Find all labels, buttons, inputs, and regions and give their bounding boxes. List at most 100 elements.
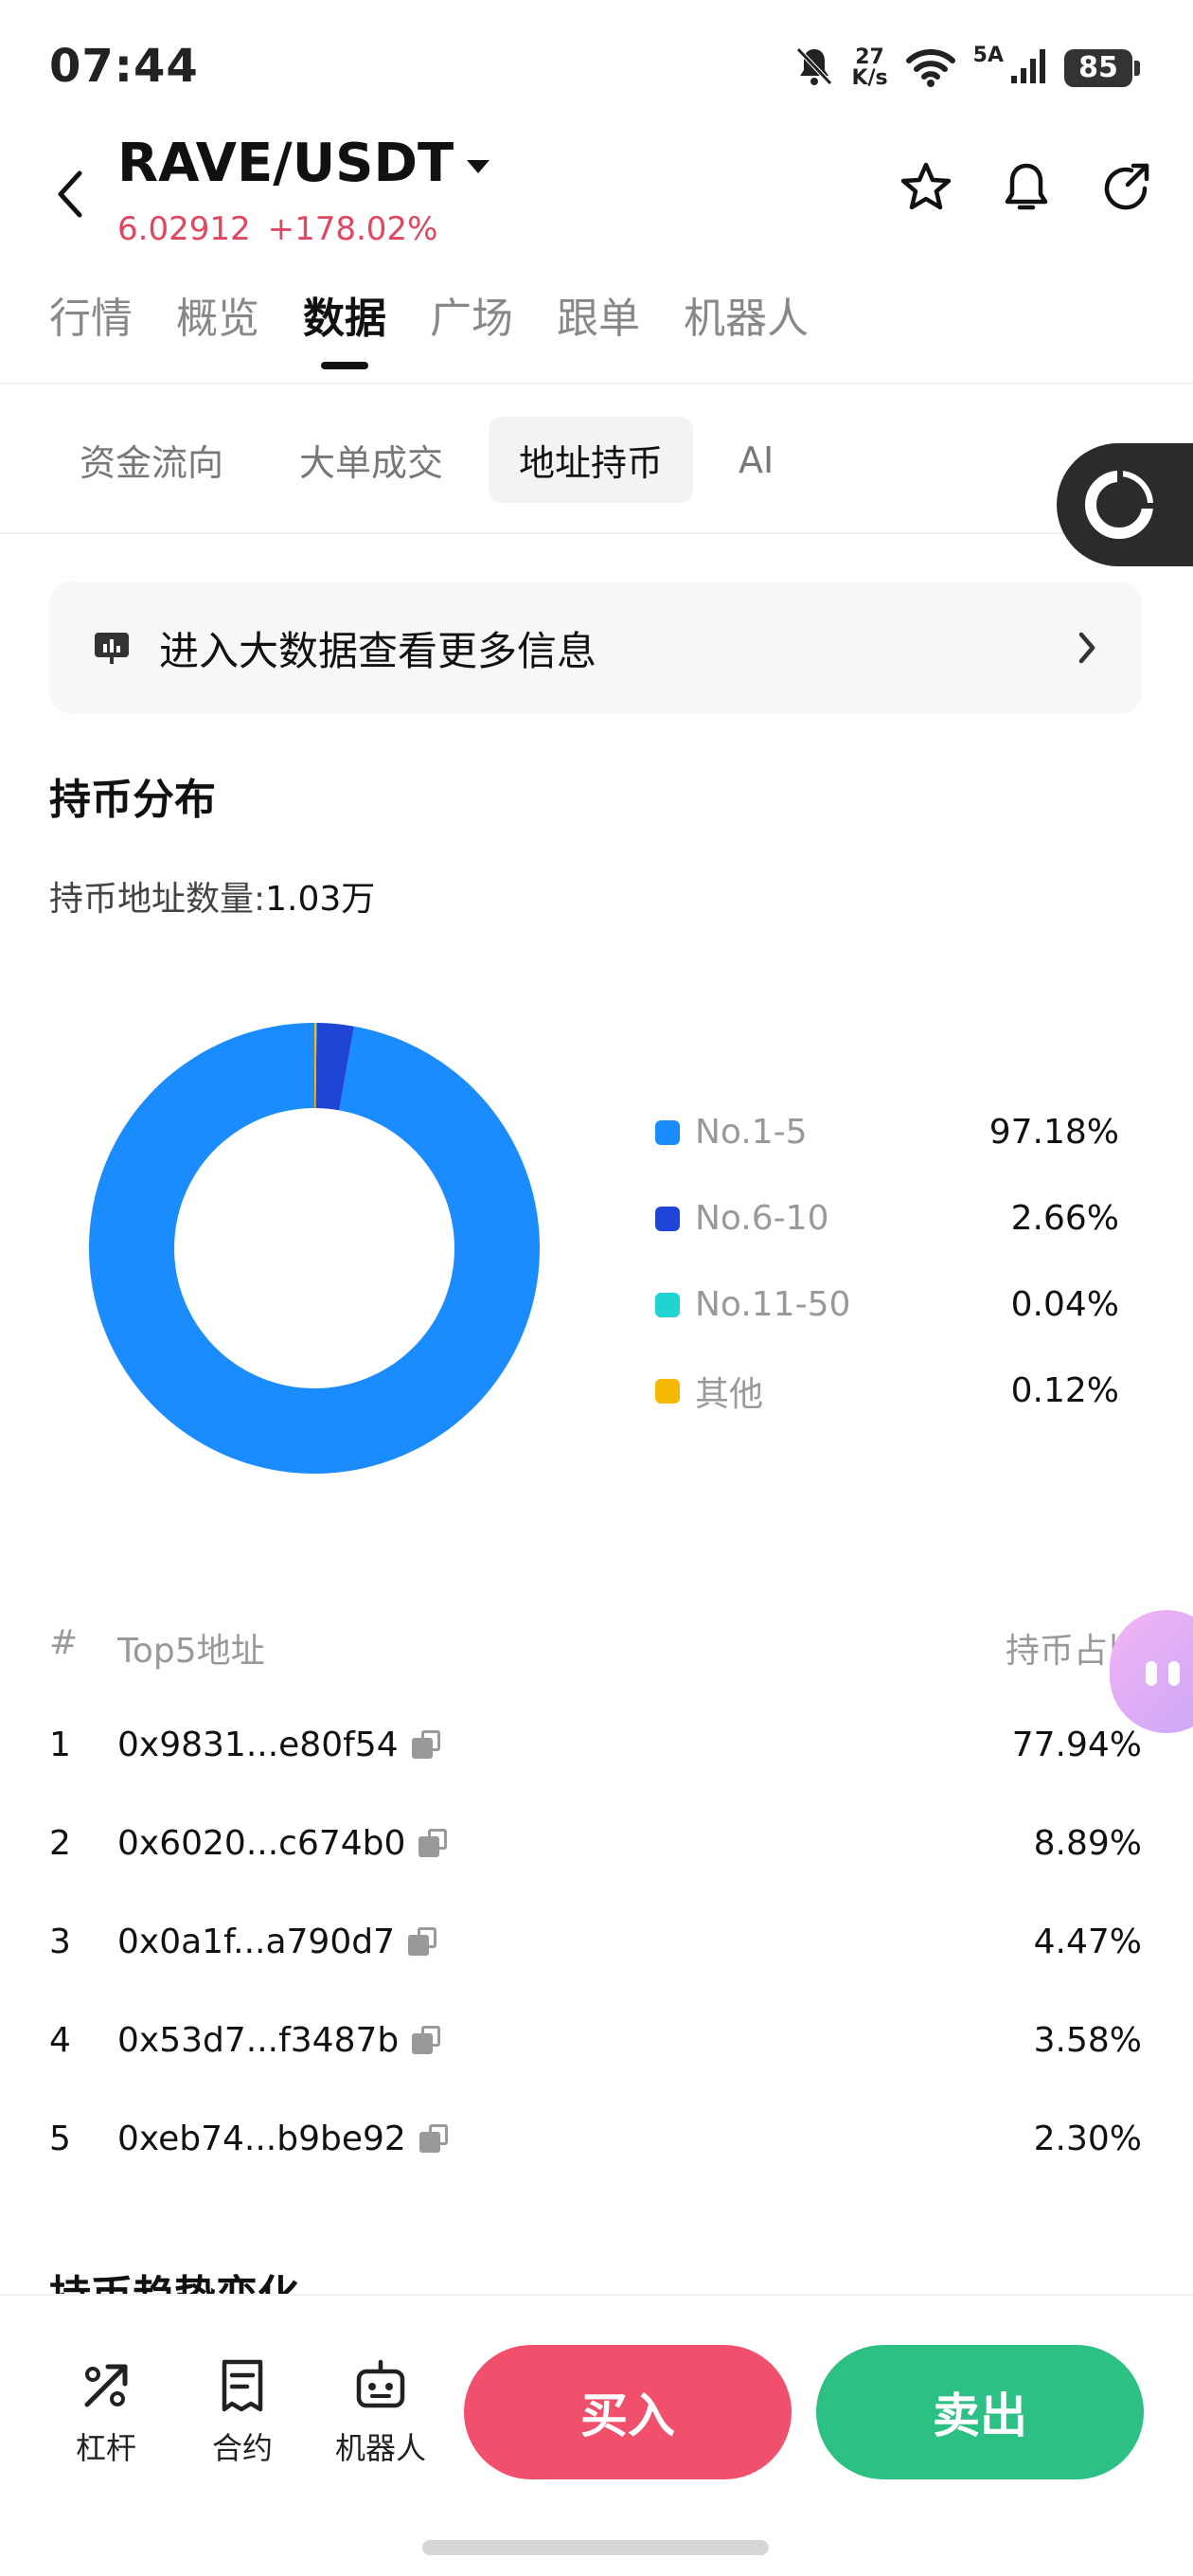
back-button[interactable] [45, 161, 93, 227]
copy-icon[interactable] [411, 1730, 440, 1759]
price-change: +178.02% [267, 210, 438, 248]
big-data-banner[interactable]: 进入大数据查看更多信息 [49, 581, 1142, 714]
battery-tip [1134, 61, 1140, 76]
sell-button[interactable]: 卖出 [816, 2345, 1144, 2479]
address-text: 0x53d7...f3487b [117, 2020, 400, 2060]
tab-copy-trade[interactable]: 跟单 [557, 284, 640, 369]
holding-trend-title: 持币趋势变化 [49, 2262, 299, 2294]
status-bar: 07:44 27 K/s 5A 85 [0, 0, 1193, 133]
holder-count: 持币地址数量:1.03万 [49, 871, 375, 921]
favorite-star-icon[interactable] [898, 159, 954, 216]
bell-muted-icon [794, 45, 834, 91]
row-rank: 5 [49, 2119, 71, 2158]
legend-label: No.6-10 [695, 1199, 829, 1238]
battery-indicator: 85 [1064, 49, 1140, 87]
floating-widget-button[interactable] [1057, 443, 1193, 566]
last-price: 6.02912 [117, 210, 251, 248]
chevron-left-icon [58, 170, 82, 218]
copy-icon[interactable] [408, 1927, 436, 1956]
row-rank: 2 [49, 1823, 71, 1863]
assistant-eye-left [1146, 1661, 1157, 1686]
address-text: 0x0a1f...a790d7 [117, 1922, 395, 1961]
network-type-label: 5A [972, 43, 1004, 67]
tab-overview[interactable]: 概览 [176, 284, 259, 369]
holding-distribution-donut-chart [89, 1023, 540, 1474]
home-indicator[interactable] [422, 2540, 769, 2555]
legend-label: 其他 [695, 1374, 764, 1414]
address-text: 0xeb74...b9be92 [117, 2119, 406, 2158]
copy-icon[interactable] [412, 2026, 441, 2054]
table-row: 2 0x6020...c674b0 8.89% [49, 1794, 1142, 1892]
assistant-eye-right [1168, 1661, 1180, 1686]
table-row: 5 0xeb74...b9be92 2.30% [49, 2089, 1142, 2188]
subtab-ai[interactable]: AI [708, 422, 804, 498]
row-share: 77.94% [1011, 1725, 1142, 1764]
copy-icon[interactable] [418, 2124, 448, 2153]
subtab-large-orders[interactable]: 大单成交 [269, 417, 473, 503]
chart-board-icon [95, 633, 129, 664]
subtab-address-holdings[interactable]: 地址持币 [489, 417, 694, 503]
tool-leverage-label: 杠杆 [75, 2430, 136, 2466]
tool-bots-label: 机器人 [334, 2430, 426, 2466]
subtabs-divider [0, 532, 1193, 534]
pair-header: RAVE/USDT 6.02912 +178.02% [0, 133, 1193, 256]
share-icon[interactable] [1098, 159, 1155, 216]
top5-table: 1 0x9831...e80f54 77.94% 2 0x6020...c674… [49, 1695, 1142, 2188]
header-actions [898, 159, 1155, 216]
status-icons: 27 K/s 5A 85 [794, 42, 1140, 95]
row-address: 0x9831...e80f54 [117, 1726, 1012, 1764]
network-speed-unit: K/s [851, 66, 888, 90]
row-address: 0x6020...c674b0 [117, 1824, 1034, 1863]
row-address: 0x0a1f...a790d7 [117, 1923, 1034, 1961]
tab-market[interactable]: 行情 [49, 284, 133, 369]
address-text: 0x9831...e80f54 [117, 1725, 399, 1764]
tool-contract[interactable]: 合约 [186, 2352, 299, 2468]
legend-value: 0.12% [1010, 1371, 1119, 1410]
tab-bots[interactable]: 机器人 [684, 284, 809, 369]
copy-icon[interactable] [418, 1829, 448, 1857]
wifi-icon [905, 45, 956, 91]
row-address: 0xeb74...b9be92 [117, 2120, 1034, 2158]
bottom-action-bar: 杠杆 合约 机器人 买入 卖出 [0, 2294, 1193, 2576]
tool-leverage[interactable]: 杠杆 [49, 2352, 163, 2468]
banner-text: 进入大数据查看更多信息 [159, 627, 597, 674]
contract-doc-icon [222, 2359, 263, 2412]
row-rank: 3 [49, 1922, 71, 1961]
col-rank: # [49, 1623, 79, 1662]
col-address: Top5地址 [117, 1632, 265, 1671]
table-row: 4 0x53d7...f3487b 3.58% [49, 1991, 1142, 2089]
row-share: 2.30% [1033, 2119, 1142, 2158]
sub-tabs: 资金流向 大单成交 地址持币 AI [49, 417, 804, 503]
tab-square[interactable]: 广场 [430, 284, 513, 369]
pair-selector[interactable]: RAVE/USDT [117, 133, 490, 194]
row-rank: 4 [49, 2020, 71, 2060]
network-speed: 27 K/s [851, 47, 887, 89]
cellular-signal-icon [1009, 47, 1047, 89]
address-text: 0x6020...c674b0 [117, 1823, 406, 1863]
bell-alert-icon[interactable] [998, 159, 1055, 216]
subtab-fund-flow[interactable]: 资金流向 [49, 417, 254, 503]
leverage-icon [84, 2364, 128, 2407]
legend-label: No.1-5 [695, 1113, 808, 1152]
tool-bots[interactable]: 机器人 [324, 2352, 437, 2468]
top5-table-header: # Top5地址 持币占比 [49, 1623, 1142, 1673]
row-rank: 1 [49, 1725, 71, 1764]
robot-icon [356, 2359, 405, 2408]
holder-count-label: 持币地址数量: [49, 880, 266, 919]
legend-item: 其他 0.12% [655, 1348, 1119, 1434]
battery-level: 85 [1064, 49, 1132, 87]
tool-contract-label: 合约 [211, 2430, 273, 2466]
table-row: 1 0x9831...e80f54 77.94% [49, 1695, 1142, 1794]
pair-name: RAVE/USDT [117, 133, 454, 194]
holder-count-value: 1.03万 [265, 880, 376, 919]
tab-data[interactable]: 数据 [303, 284, 386, 369]
legend-swatch [655, 1378, 680, 1404]
row-share: 4.47% [1033, 1922, 1142, 1961]
legend-item: No.6-10 2.66% [655, 1175, 1119, 1261]
legend-swatch [655, 1119, 680, 1145]
row-address: 0x53d7...f3487b [117, 2021, 1034, 2060]
network-speed-value: 27 [855, 45, 884, 69]
buy-button[interactable]: 买入 [464, 2345, 792, 2479]
legend-swatch [655, 1206, 680, 1231]
chevron-right-icon [1078, 632, 1095, 664]
